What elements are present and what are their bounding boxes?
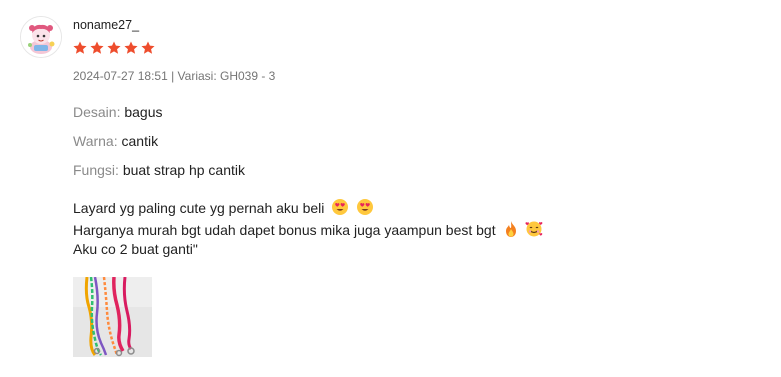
star-icon [90, 41, 104, 54]
star-icon [73, 41, 87, 54]
review-text-line: Aku co 2 buat ganti" [73, 241, 198, 257]
attribute-label: Warna: [73, 133, 118, 149]
attribute-label: Desain: [73, 104, 121, 120]
review-text: Aku co 2 buat ganti" [73, 241, 198, 257]
heart-eyes-emoji [331, 198, 349, 219]
review-text: Harganya murah bgt udah dapet bonus mika… [73, 222, 496, 238]
review-text-line: Harganya murah bgt udah dapet bonus mika… [73, 220, 543, 241]
attribute-value: cantik [121, 133, 159, 149]
smiling-face-with-hearts-emoji [525, 220, 543, 241]
attribute-value: bagus [124, 104, 163, 120]
rating-stars [72, 40, 156, 56]
review-text: Layard yg paling cute yg pernah aku beli [73, 200, 325, 216]
lanyard-photo [73, 277, 152, 357]
product-review: noname27_ 2024-07-27 18:51 | Variasi: GH… [0, 0, 781, 377]
review-photo-thumbnail[interactable] [73, 277, 152, 357]
heart-eyes-emoji [356, 198, 374, 219]
user-avatar[interactable] [20, 16, 62, 58]
star-icon [107, 41, 121, 54]
attribute-value: buat strap hp cantik [122, 162, 245, 178]
review-attribute: Warna: cantik [73, 133, 158, 149]
review-attribute: Desain: bagus [73, 104, 163, 120]
review-attribute: Fungsi: buat strap hp cantik [73, 162, 245, 178]
review-username[interactable]: noname27_ [73, 18, 139, 32]
star-icon [141, 41, 155, 54]
fire-emoji [503, 220, 519, 241]
cartoon-avatar-icon [21, 17, 61, 57]
attribute-label: Fungsi: [73, 162, 119, 178]
review-meta: 2024-07-27 18:51 | Variasi: GH039 - 3 [73, 69, 276, 83]
review-text-line: Layard yg paling cute yg pernah aku beli [73, 198, 374, 219]
star-icon [124, 41, 138, 54]
